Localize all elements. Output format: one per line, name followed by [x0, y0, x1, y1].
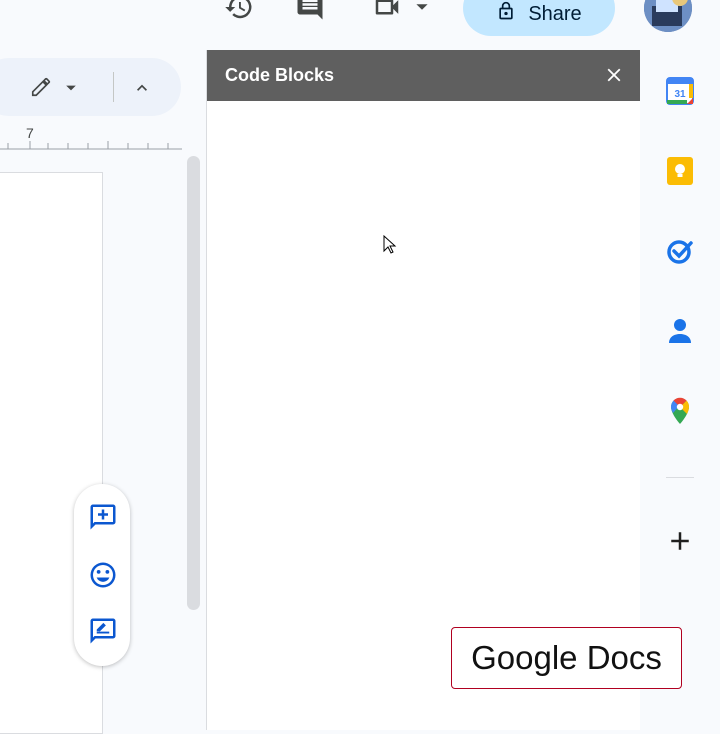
meet-video-icon[interactable] [370, 0, 404, 22]
contacts-icon[interactable] [665, 316, 695, 346]
editing-mode-bar [0, 58, 181, 116]
ruler-label: 7 [26, 125, 34, 141]
side-panel-rail: 31 [640, 48, 720, 728]
version-history-icon[interactable] [222, 0, 256, 22]
panel-header: Code Blocks [207, 50, 640, 101]
calendar-icon[interactable]: 31 [665, 76, 695, 106]
scrollbar[interactable] [187, 156, 200, 610]
tasks-icon[interactable] [665, 236, 695, 266]
add-comment-icon[interactable] [88, 502, 116, 530]
share-label: Share [528, 2, 582, 25]
mouse-cursor-icon [383, 234, 397, 260]
maps-icon[interactable] [665, 396, 695, 426]
watermark-label: Google Docs [451, 627, 682, 689]
share-button[interactable]: Share [463, 0, 615, 36]
chevron-down-icon[interactable] [64, 81, 78, 99]
ruler: 7 [0, 125, 182, 150]
dropdown-icon[interactable] [408, 0, 436, 22]
rail-divider [666, 477, 694, 478]
add-icon[interactable] [665, 526, 695, 556]
toolbar-divider [113, 72, 114, 102]
svg-text:31: 31 [674, 89, 686, 100]
floating-actions [74, 484, 130, 666]
panel-title: Code Blocks [225, 65, 335, 85]
comments-icon[interactable] [293, 0, 327, 22]
pencil-icon[interactable] [30, 76, 52, 103]
chevron-up-icon[interactable] [132, 78, 152, 103]
avatar[interactable] [644, 0, 692, 32]
suggest-edits-icon[interactable] [88, 616, 116, 644]
close-icon[interactable] [603, 64, 625, 86]
keep-icon[interactable] [665, 156, 695, 186]
lock-icon [496, 0, 516, 28]
emoji-reaction-icon[interactable] [88, 560, 116, 588]
